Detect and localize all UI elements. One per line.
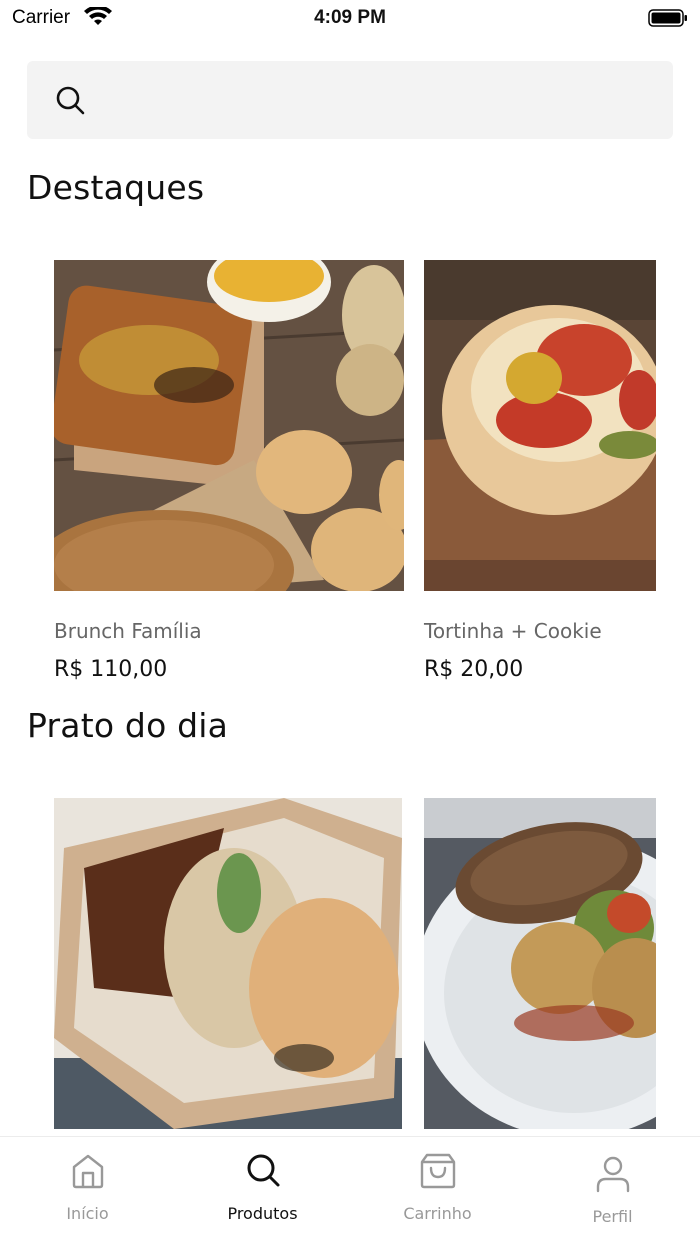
tab-label: Início (66, 1204, 109, 1223)
product-card[interactable]: Tortinha + Cookie R$ 20,00 (424, 260, 656, 682)
tab-carrinho[interactable]: Carrinho (350, 1137, 525, 1244)
product-card[interactable] (54, 798, 402, 1129)
tab-produtos[interactable]: Produtos (175, 1137, 350, 1244)
tab-inicio[interactable]: Início (0, 1137, 175, 1244)
home-icon (72, 1154, 104, 1189)
product-name: Tortinha + Cookie (424, 619, 602, 643)
search-icon (56, 86, 85, 115)
product-price: R$ 110,00 (54, 657, 168, 682)
user-icon (596, 1156, 630, 1193)
product-card[interactable] (424, 798, 656, 1129)
featured-products-row[interactable]: Brunch Família R$ 110,00 Tortinha + Cook… (0, 260, 700, 690)
section-title-destaques: Destaques (27, 168, 205, 207)
rice-box-photo (54, 798, 402, 1129)
status-time: 4:09 PM (314, 7, 386, 28)
dish-of-day-row[interactable] (0, 798, 700, 1130)
tab-label: Produtos (227, 1204, 298, 1223)
bottom-tab-bar: Início Produtos Carrinho Perfil (0, 1136, 700, 1244)
search-input[interactable] (99, 81, 639, 119)
search-icon (247, 1154, 280, 1187)
tomato-tart-photo (424, 260, 656, 591)
tab-perfil[interactable]: Perfil (525, 1137, 700, 1244)
tab-label: Perfil (592, 1207, 633, 1226)
battery-icon (648, 9, 687, 27)
falafel-plate-photo (424, 798, 656, 1129)
tab-label: Carrinho (403, 1204, 472, 1223)
product-image[interactable] (54, 798, 402, 1129)
product-price: R$ 20,00 (424, 657, 524, 682)
shopping-bag-icon (420, 1153, 456, 1189)
search-bar[interactable] (27, 61, 673, 139)
bread-and-cookies-photo (54, 260, 404, 591)
product-card[interactable]: Brunch Família R$ 110,00 (54, 260, 404, 682)
product-image[interactable] (424, 260, 656, 591)
product-name: Brunch Família (54, 619, 202, 643)
product-image[interactable] (54, 260, 404, 591)
product-image[interactable] (424, 798, 656, 1129)
section-title-prato-do-dia: Prato do dia (27, 706, 229, 745)
status-bar: Carrier 4:09 PM (0, 0, 700, 36)
